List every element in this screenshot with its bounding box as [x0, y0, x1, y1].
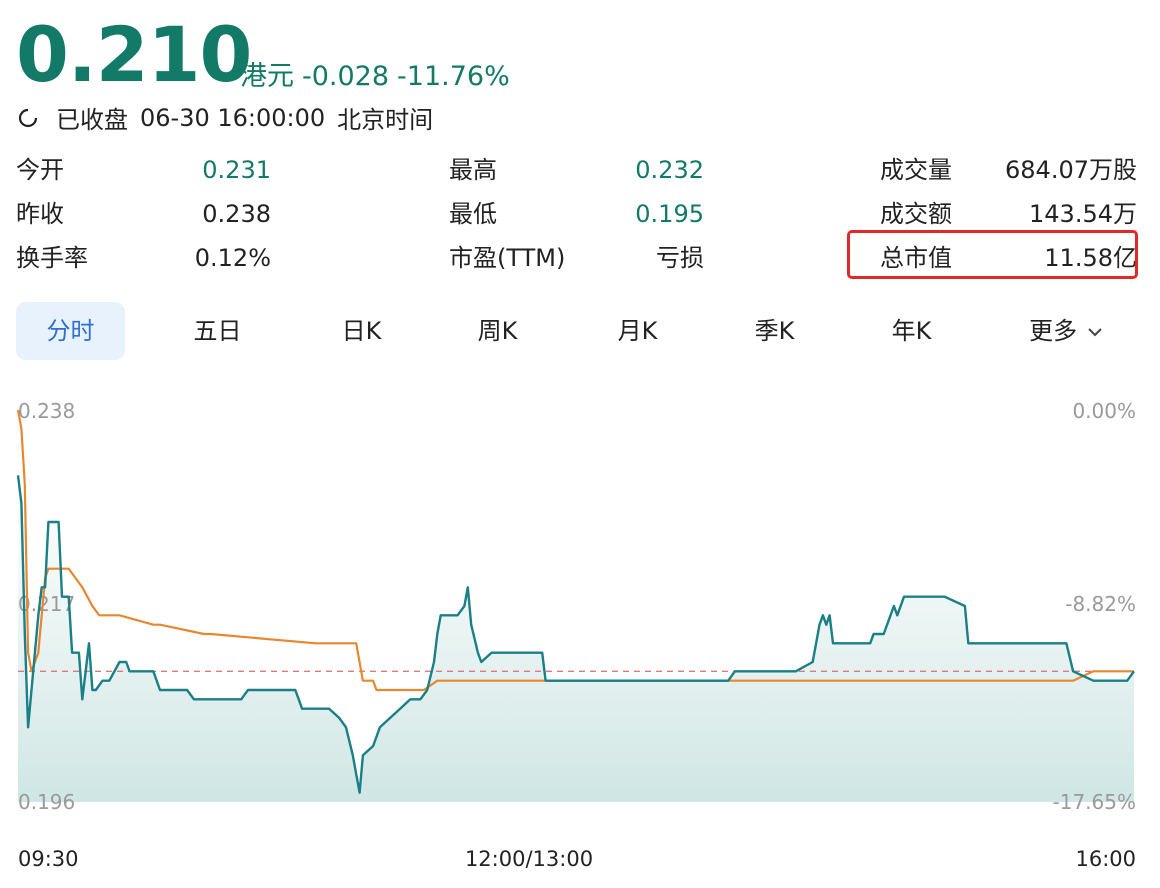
prev-close-label: 昨收 [16, 200, 64, 228]
y-left-label-top: 0.238 [18, 399, 75, 423]
tab-day-k[interactable]: 日K [314, 302, 409, 360]
amount-value: 143.54万 [1029, 200, 1137, 228]
turnover-rate-label: 换手率 [16, 244, 88, 272]
current-price: 0.210 [16, 10, 252, 99]
price-change-line: 港元 -0.028 -11.76% [240, 54, 518, 93]
intraday-chart: 0.238 0.217 0.196 0.00% -8.82% -17.65% 0… [0, 380, 1160, 884]
tab-month-k[interactable]: 月K [590, 302, 685, 360]
tab-intraday[interactable]: 分时 [16, 302, 125, 360]
y-right-label-mid: -8.82% [1065, 592, 1136, 616]
chart-period-tabs: 分时 五日 日K 周K 月K 季K 年K 更多 [0, 302, 1160, 362]
tab-year-k[interactable]: 年K [864, 302, 959, 360]
market-cap-highlight-box [847, 230, 1138, 279]
y-right-label-top: 0.00% [1072, 399, 1136, 423]
tab-quarter-k[interactable]: 季K [727, 302, 822, 360]
volume-label: 成交量 [880, 156, 952, 184]
y-right-label-bottom: -17.65% [1053, 790, 1136, 814]
price-change: -0.028 [302, 61, 390, 92]
open-label: 今开 [16, 156, 64, 184]
low-label: 最低 [449, 200, 497, 228]
chevron-down-icon [1088, 328, 1102, 337]
high-value: 0.232 [635, 156, 704, 184]
prev-close-value: 0.238 [202, 200, 271, 228]
tab-five-day[interactable]: 五日 [170, 302, 265, 360]
market-timezone: 北京时间 [337, 106, 434, 134]
market-status-text: 已收盘 [56, 106, 128, 134]
pe-value: 亏损 [656, 244, 704, 272]
turnover-rate-value: 0.12% [194, 244, 271, 272]
tab-more[interactable]: 更多 [1016, 302, 1116, 360]
market-datetime: 06-30 16:00:00 [140, 103, 326, 132]
price-area-fill [18, 475, 1134, 802]
open-value: 0.231 [202, 156, 271, 184]
y-left-label-bottom: 0.196 [18, 790, 75, 814]
pe-label: 市盈(TTM) [449, 244, 566, 272]
currency-label: 港元 [240, 61, 294, 92]
tab-week-k[interactable]: 周K [450, 302, 545, 360]
clock-icon [18, 108, 38, 127]
intraday-chart-svg: 0.238 0.217 0.196 0.00% -8.82% -17.65% 0… [16, 399, 1136, 871]
high-label: 最高 [449, 156, 497, 184]
x-label-close: 16:00 [1075, 847, 1136, 871]
x-label-open: 09:30 [18, 847, 79, 871]
low-value: 0.195 [635, 200, 704, 228]
amount-label: 成交额 [880, 200, 952, 228]
volume-value: 684.07万股 [1005, 156, 1137, 184]
market-status: 已收盘 06-30 16:00:00 北京时间 [18, 100, 445, 135]
tab-more-label: 更多 [1029, 317, 1078, 345]
x-label-midday: 12:00/13:00 [465, 847, 593, 871]
price-change-pct: -11.76% [397, 61, 510, 92]
